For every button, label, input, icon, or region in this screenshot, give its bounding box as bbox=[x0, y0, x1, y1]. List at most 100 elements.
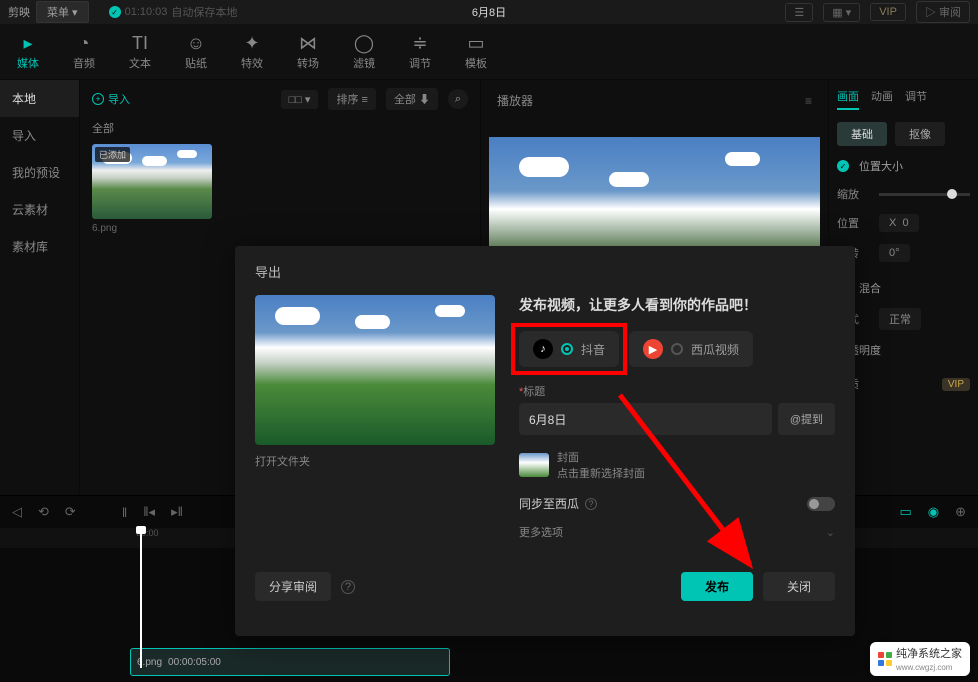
app-logo: 剪映 bbox=[8, 4, 30, 20]
layout-icon-2[interactable]: ▦ ▾ bbox=[823, 3, 860, 22]
watermark-icon bbox=[878, 652, 892, 666]
prop-sub-matting[interactable]: 抠像 bbox=[895, 122, 945, 146]
tl-split-1[interactable]: ‖ bbox=[122, 505, 127, 520]
watermark-url: www.cwgzj.com bbox=[896, 663, 952, 672]
import-button[interactable]: +导入 bbox=[92, 91, 130, 107]
xigua-label: 西瓜视频 bbox=[691, 341, 739, 358]
search-icon: ⌕ bbox=[455, 93, 461, 106]
tool-audio[interactable]: ◔音频 bbox=[56, 33, 112, 71]
publish-button[interactable]: 发布 bbox=[681, 572, 753, 601]
player-menu-icon[interactable]: ≡ bbox=[805, 94, 812, 108]
tl-tool-3[interactable]: ⊕ bbox=[955, 504, 966, 520]
prop-tab-picture[interactable]: 画面 bbox=[837, 88, 859, 110]
x-input[interactable]: X 0 bbox=[879, 214, 919, 232]
sidebar-item-import[interactable]: 导入 bbox=[0, 117, 79, 154]
player-title: 播放器 bbox=[497, 92, 533, 109]
scale-label: 缩放 bbox=[837, 186, 873, 202]
playhead[interactable] bbox=[140, 528, 142, 668]
prop-tab-animation[interactable]: 动画 bbox=[871, 88, 893, 110]
cover-label: 封面 bbox=[557, 449, 645, 465]
help-icon[interactable]: ? bbox=[585, 498, 597, 510]
share-help-icon[interactable]: ? bbox=[341, 580, 355, 594]
pos-size-label: 位置大小 bbox=[859, 158, 903, 174]
cover-hint[interactable]: 点击重新选择封面 bbox=[557, 465, 645, 481]
tl-tool-2[interactable]: ◉ bbox=[928, 504, 939, 520]
watermark-text: 纯净系统之家 bbox=[896, 648, 962, 660]
template-icon: ▭ bbox=[448, 33, 504, 53]
sticker-icon: ☺ bbox=[168, 33, 224, 53]
sidebar-item-library[interactable]: 素材库 bbox=[0, 228, 79, 265]
publish-headline: 发布视频，让更多人看到你的作品吧！ bbox=[519, 295, 835, 315]
view-mode-ctrl[interactable]: □□ ▾ bbox=[281, 90, 319, 109]
scale-slider[interactable] bbox=[879, 193, 970, 196]
review-button[interactable]: ▷ 审阅 bbox=[916, 1, 970, 23]
all-label: 全部 bbox=[92, 120, 468, 136]
sidebar-item-local[interactable]: 本地 bbox=[0, 80, 79, 117]
title-input[interactable] bbox=[519, 403, 772, 435]
modal-title: 导出 bbox=[255, 262, 835, 281]
share-review-button[interactable]: 分享审阅 bbox=[255, 572, 331, 601]
thumb-name: 6.png bbox=[92, 223, 468, 234]
tl-tool-1[interactable]: ▭ bbox=[899, 504, 911, 520]
sidebar-item-preset[interactable]: 我的预设 bbox=[0, 154, 79, 191]
tool-transition[interactable]: ⋈转场 bbox=[280, 33, 336, 71]
tool-template[interactable]: ▭模板 bbox=[448, 33, 504, 71]
tl-split-3[interactable]: ▸‖ bbox=[171, 504, 183, 520]
tl-redo[interactable]: ⟳ bbox=[65, 504, 76, 520]
position-label: 位置 bbox=[837, 215, 873, 231]
open-folder-link[interactable]: 打开文件夹 bbox=[255, 453, 495, 469]
tool-sticker[interactable]: ☺贴纸 bbox=[168, 33, 224, 71]
media-sidebar: 本地 导入 我的预设 云素材 素材库 bbox=[0, 80, 80, 495]
autosave-status: ✓ 01:10:03 自动保存本地 bbox=[109, 4, 238, 20]
sidebar-item-cloud[interactable]: 云素材 bbox=[0, 191, 79, 228]
vip-button[interactable]: VIP bbox=[870, 3, 906, 21]
tl-undo[interactable]: ⟲ bbox=[38, 504, 49, 520]
blend-label: 混合 bbox=[859, 280, 881, 296]
mention-button[interactable]: @提到 bbox=[778, 403, 835, 435]
menu-dropdown[interactable]: 菜单 ▾ bbox=[36, 1, 89, 23]
tl-back[interactable]: ◁ bbox=[12, 504, 22, 520]
prop-sub-basic[interactable]: 基础 bbox=[837, 122, 887, 146]
tool-media[interactable]: ▸媒体 bbox=[0, 33, 56, 71]
watermark: 纯净系统之家 www.cwgzj.com bbox=[870, 642, 970, 676]
platform-xigua[interactable]: ▶ 西瓜视频 bbox=[629, 331, 753, 367]
search-button[interactable]: ⌕ bbox=[448, 89, 468, 109]
xigua-radio[interactable] bbox=[671, 343, 683, 355]
layout-icon-1[interactable]: ☰ bbox=[785, 3, 813, 22]
filter-ctrl[interactable]: 全部 ⬇ bbox=[386, 88, 438, 110]
more-options[interactable]: 更多选项 ⌄ bbox=[519, 524, 835, 540]
xigua-icon: ▶ bbox=[643, 339, 663, 359]
sync-xigua-switch[interactable] bbox=[807, 497, 835, 511]
project-title[interactable]: 6月8日 bbox=[472, 4, 506, 20]
tool-filter[interactable]: ◯滤镜 bbox=[336, 33, 392, 71]
media-icon: ▸ bbox=[0, 33, 56, 53]
cover-thumb[interactable] bbox=[519, 453, 549, 477]
tool-text[interactable]: TI文本 bbox=[112, 33, 168, 71]
added-badge: 已添加 bbox=[95, 147, 130, 162]
tool-adjust[interactable]: ≑调节 bbox=[392, 33, 448, 71]
media-thumb[interactable]: 已添加 bbox=[92, 144, 212, 219]
effect-icon: ✦ bbox=[224, 33, 280, 53]
text-icon: TI bbox=[112, 33, 168, 53]
filter-icon: ◯ bbox=[336, 33, 392, 53]
tool-effect[interactable]: ✦特效 bbox=[224, 33, 280, 71]
close-button[interactable]: 关闭 bbox=[763, 572, 835, 601]
sort-ctrl[interactable]: 排序 ≡ bbox=[328, 88, 375, 110]
tl-split-2[interactable]: ‖◂ bbox=[143, 504, 155, 520]
platform-douyin[interactable]: ♪ 抖音 bbox=[519, 331, 619, 367]
transition-icon: ⋈ bbox=[280, 33, 336, 53]
tool-tabs: ▸媒体 ◔音频 TI文本 ☺贴纸 ✦特效 ⋈转场 ◯滤镜 ≑调节 ▭模板 bbox=[0, 24, 978, 80]
sync-xigua-label: 同步至西瓜 bbox=[519, 495, 579, 512]
timeline-clip[interactable]: 6.png 00:00:05:00 bbox=[130, 648, 450, 676]
prop-tab-adjust[interactable]: 调节 bbox=[905, 88, 927, 110]
douyin-icon: ♪ bbox=[533, 339, 553, 359]
export-preview bbox=[255, 295, 495, 445]
pos-size-checkbox[interactable]: ✓ bbox=[837, 160, 849, 172]
quality-vip-badge: VIP bbox=[942, 378, 970, 391]
rotate-input[interactable]: 0° bbox=[879, 244, 910, 262]
blend-mode-select[interactable]: 正常 bbox=[879, 308, 921, 330]
plus-icon: + bbox=[92, 93, 104, 105]
douyin-radio[interactable] bbox=[561, 343, 573, 355]
audio-icon: ◔ bbox=[56, 33, 112, 53]
douyin-label: 抖音 bbox=[581, 341, 605, 358]
